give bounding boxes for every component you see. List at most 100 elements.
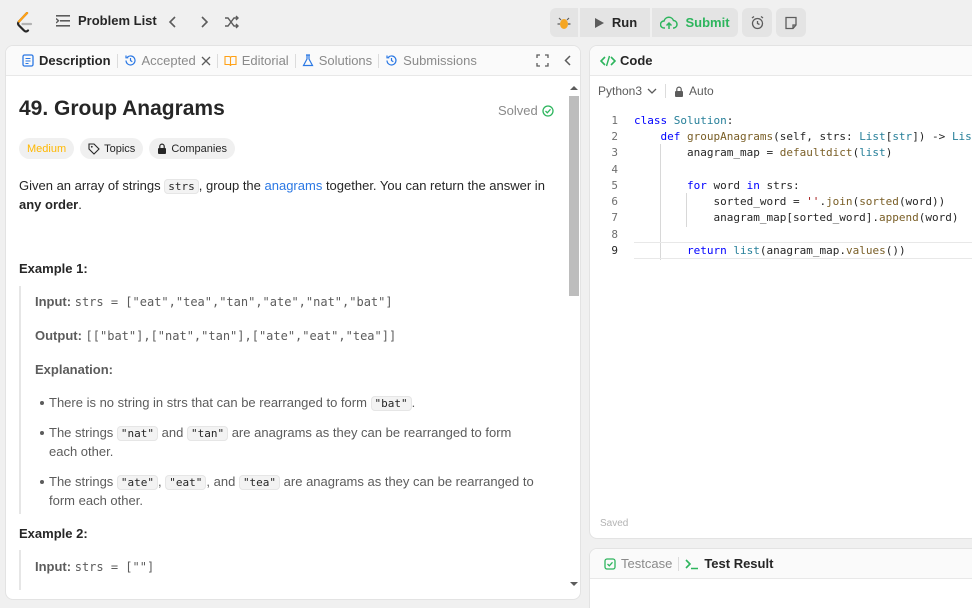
inline-code: "nat"	[116, 426, 159, 441]
cloud-upload-icon	[660, 16, 679, 29]
tab-description-label: Description	[39, 53, 111, 68]
fullscreen-icon[interactable]	[536, 54, 549, 67]
code-line: class Solution:	[634, 114, 734, 127]
problem-description: Given an array of strings strs, group th…	[19, 177, 555, 214]
bullet-text: The strings	[49, 474, 117, 489]
code-line: def groupAnagrams(self, strs: List[str])…	[660, 130, 972, 143]
close-icon[interactable]	[201, 56, 211, 66]
editor-toolbar: Python3 Auto	[598, 84, 714, 98]
explanation-bullet: There is no string in strs that can be r…	[40, 394, 539, 413]
input-label: Input:	[35, 294, 72, 309]
run-button[interactable]: Run	[580, 8, 650, 37]
problem-tags: Medium Topics Companies	[19, 138, 235, 159]
input-value: strs = [""]	[74, 560, 155, 574]
example-1-heading: Example 1:	[19, 261, 88, 276]
code-editor[interactable]: class Solution: def groupAnagrams(self, …	[590, 106, 972, 506]
toolbar-divider	[665, 84, 667, 98]
anagrams-link[interactable]: anagrams	[265, 178, 323, 193]
code-line: return list(anagram_map.values())	[686, 244, 906, 257]
code-line: sorted_word = ''.join(sorted(word))	[634, 195, 946, 208]
tab-submissions[interactable]: Submissions	[379, 46, 483, 76]
tab-accepted-label: Accepted	[141, 53, 196, 68]
desc-text: .	[78, 197, 82, 212]
code-panel: Code Python3 Auto 1 2 3 4 5 6 7 8 9 clas…	[589, 45, 972, 539]
tab-solutions-label: Solutions	[318, 53, 373, 68]
desc-text: together. You can return the answer in	[322, 178, 545, 193]
tab-solutions[interactable]: Solutions	[296, 46, 378, 76]
list-icon	[56, 14, 70, 27]
companies-label: Companies	[171, 142, 227, 155]
example-1-input: Input: strs = ["eat","tea","tan","ate","…	[35, 294, 393, 309]
check-circle-icon	[542, 104, 554, 117]
description-panel: Description Accepted Editorial Solutions	[5, 45, 581, 600]
topics-button[interactable]: Topics	[80, 138, 144, 159]
companies-button[interactable]: Companies	[149, 138, 235, 159]
tab-editorial[interactable]: Editorial	[218, 46, 295, 76]
desc-bold: any order	[19, 197, 79, 212]
history-icon	[124, 55, 136, 66]
submit-button[interactable]: Submit	[652, 8, 738, 37]
tab-testcase[interactable]: Testcase	[598, 549, 678, 579]
input-label: Input:	[35, 559, 72, 574]
bullet-text: The strings	[49, 425, 117, 440]
note-icon	[785, 16, 797, 29]
collapse-panel-icon[interactable]	[562, 54, 574, 67]
tab-description[interactable]: Description	[16, 46, 117, 76]
alarm-clock-icon	[751, 15, 763, 30]
example-1-explanation: Explanation:	[35, 362, 113, 377]
explanation-bullet: The strings "nat" and "tan" are anagrams…	[40, 424, 539, 461]
code-line: anagram_map[sorted_word].append(word)	[634, 211, 959, 224]
debug-button[interactable]	[550, 8, 578, 37]
play-icon	[594, 17, 604, 28]
inline-code: "bat"	[370, 396, 412, 411]
test-panel: Testcase Test Result	[589, 548, 972, 608]
scroll-down-icon[interactable]	[569, 580, 579, 588]
explanation-label: Explanation:	[35, 362, 114, 377]
language-select[interactable]: Python3	[598, 84, 657, 98]
tab-editorial-label: Editorial	[241, 53, 289, 68]
leetcode-logo-icon[interactable]	[16, 12, 34, 34]
bullet-text: .	[411, 395, 416, 410]
history-icon	[386, 55, 397, 66]
topics-label: Topics	[104, 142, 136, 155]
code-line: for word in strs:	[686, 179, 800, 192]
output-label: Output:	[35, 328, 82, 343]
prev-problem-icon[interactable]	[165, 14, 181, 30]
example-1-output: Output: [["bat"],["nat","tan"],["ate","e…	[35, 328, 396, 343]
shuffle-icon[interactable]	[224, 14, 240, 30]
auto-mode-button[interactable]: Auto	[674, 84, 714, 98]
checkbox-icon	[604, 557, 616, 570]
code-line: anagram_map = defaultdict(list)	[634, 146, 893, 159]
tab-accepted[interactable]: Accepted	[118, 46, 217, 76]
inline-code: "tan"	[186, 426, 229, 441]
saved-status: Saved	[600, 518, 629, 529]
document-icon	[22, 54, 34, 67]
problem-list-button[interactable]: Problem List	[56, 13, 157, 28]
tag-icon	[88, 142, 100, 155]
desc-text: Given an array of strings	[19, 178, 165, 193]
example-2-input: Input: strs = [""]	[35, 559, 154, 574]
run-label: Run	[611, 15, 638, 30]
tab-test-result[interactable]: Test Result	[679, 549, 779, 579]
terminal-icon	[685, 558, 699, 569]
notes-button[interactable]	[776, 8, 806, 37]
chevron-down-icon	[647, 88, 657, 94]
next-problem-icon[interactable]	[196, 14, 212, 30]
description-tabbar: Description Accepted Editorial Solutions	[6, 46, 580, 76]
tab-submissions-label: Submissions	[403, 53, 477, 68]
test-tabbar: Testcase Test Result	[590, 549, 972, 579]
bug-icon	[557, 17, 571, 29]
input-value: strs = ["eat","tea","tan","ate","nat","b…	[74, 295, 393, 309]
difficulty-badge: Medium	[19, 138, 75, 159]
language-label: Python3	[598, 84, 643, 98]
inline-code: "ate"	[116, 475, 159, 490]
scroll-thumb[interactable]	[569, 96, 579, 296]
example-2-heading: Example 2:	[19, 526, 88, 541]
problem-title[interactable]: 49. Group Anagrams	[19, 97, 225, 121]
description-scrollbar[interactable]	[567, 84, 579, 594]
code-title: Code	[620, 53, 653, 68]
problem-list-label: Problem List	[78, 13, 157, 28]
timer-button[interactable]	[742, 8, 772, 37]
bullet-text: and	[158, 425, 187, 440]
scroll-up-icon[interactable]	[569, 84, 579, 92]
